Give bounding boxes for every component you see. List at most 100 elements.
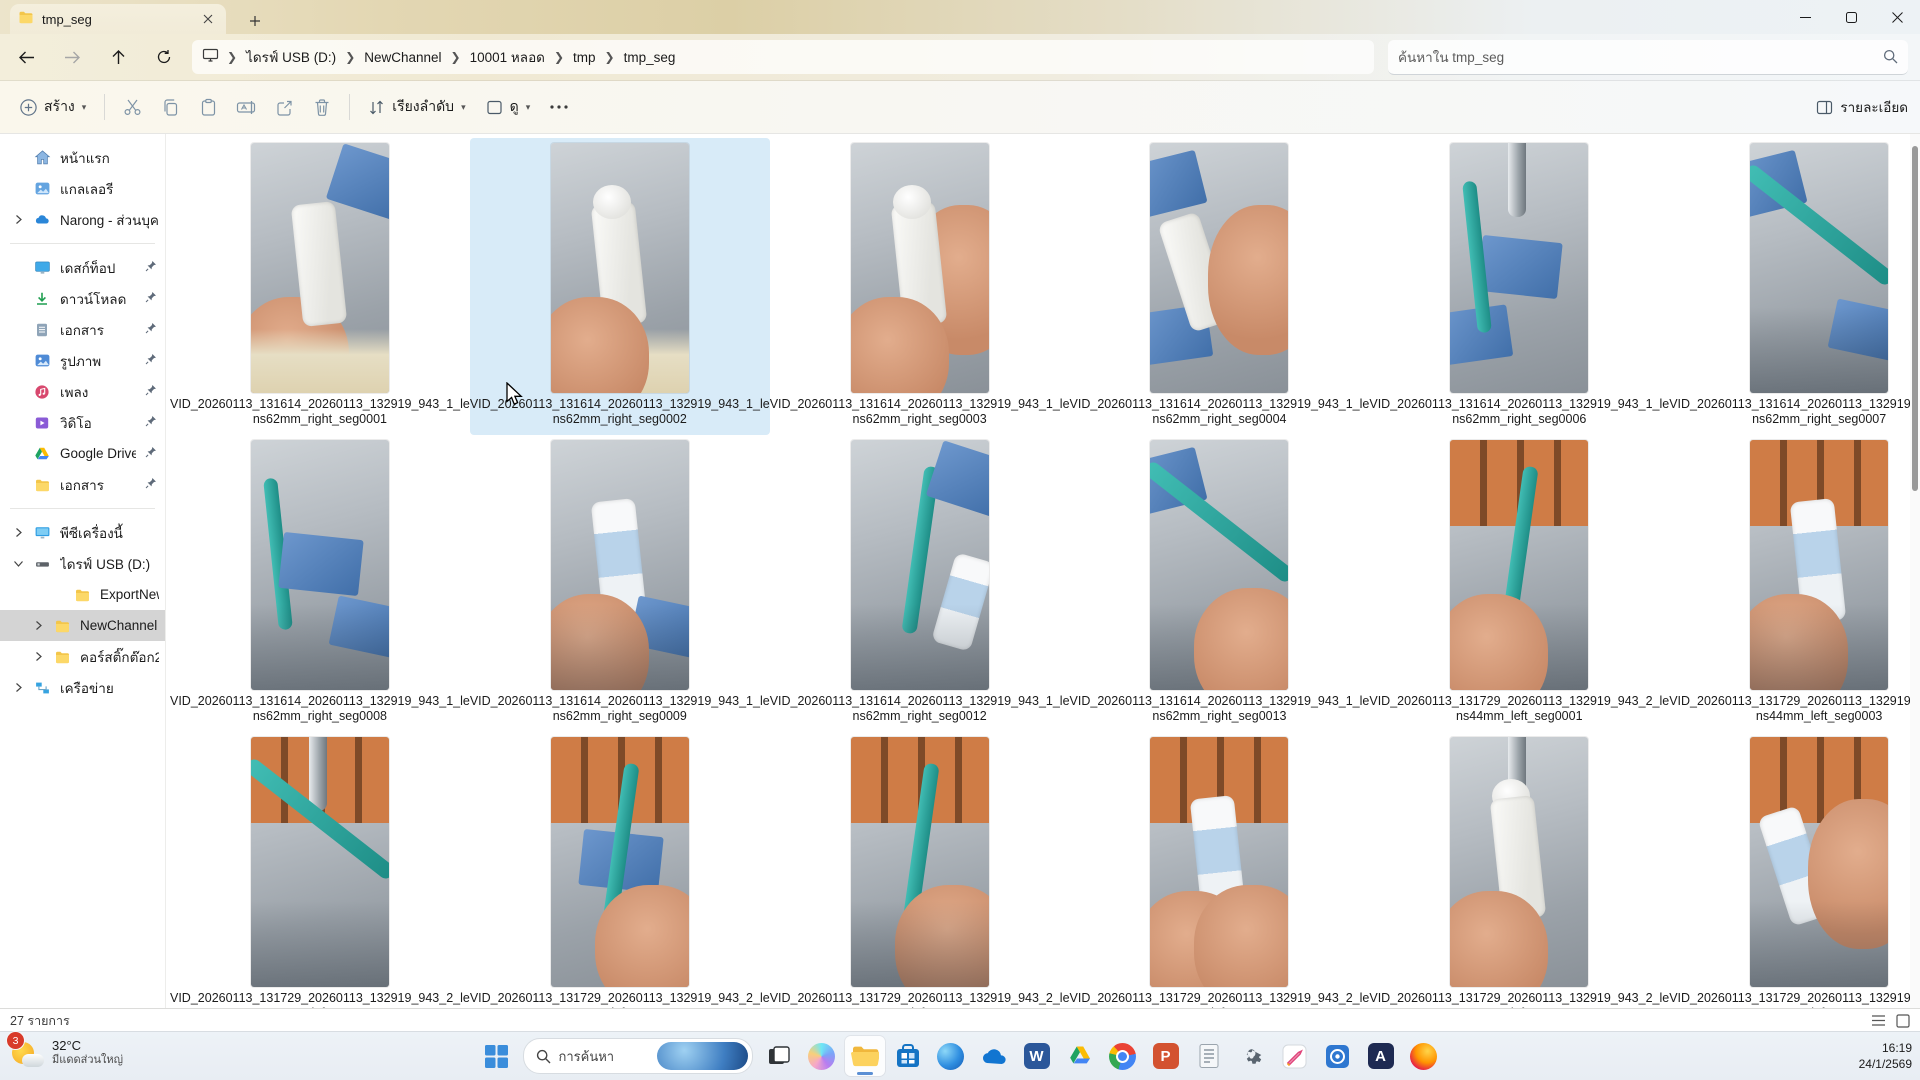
- taskbar-app-edge[interactable]: [931, 1036, 971, 1076]
- sidebar-item-Narong---ส่วนบุคคล[interactable]: Narong - ส่วนบุคคล: [0, 204, 165, 235]
- sidebar-item-เอกสาร[interactable]: เอกสาร: [0, 469, 165, 500]
- taskbar-app-powerpoint[interactable]: P: [1146, 1036, 1186, 1076]
- sidebar-item-รูปภาพ[interactable]: รูปภาพ: [0, 345, 165, 376]
- chevron-down-icon[interactable]: [12, 559, 24, 568]
- file-item[interactable]: VID_20260113_131729_20260113_132919_943_…: [1369, 732, 1669, 1008]
- chevron-right-icon[interactable]: [12, 527, 24, 538]
- chevron-right-icon[interactable]: [12, 682, 24, 693]
- taskbar-app-onedrive[interactable]: [974, 1036, 1014, 1076]
- sidebar-item-เครือข่าย[interactable]: เครือข่าย: [0, 672, 165, 703]
- list-view-icon[interactable]: [1871, 1014, 1886, 1027]
- sidebar-item-เพลง[interactable]: เพลง: [0, 376, 165, 407]
- video-thumbnail: [851, 440, 989, 690]
- breadcrumb-item[interactable]: tmp_seg: [617, 46, 683, 69]
- taskbar-app-pen-app[interactable]: [1275, 1036, 1315, 1076]
- file-item[interactable]: VID_20260113_131729_20260113_132919_943_…: [1070, 732, 1370, 1008]
- details-pane-toggle[interactable]: รายละเอียด: [1816, 96, 1908, 118]
- taskbar-app-word[interactable]: W: [1017, 1036, 1057, 1076]
- up-icon[interactable]: [98, 39, 138, 75]
- sidebar-item-Google-Drive-(G:)[interactable]: Google Drive (G:): [0, 438, 165, 469]
- explorer-tab[interactable]: tmp_seg: [10, 4, 226, 34]
- file-list-area: VID_20260113_131614_20260113_132919_943_…: [166, 134, 1920, 1008]
- breadcrumb[interactable]: ❯ไดรฟ์ USB (D:)❯NewChannel❯10001 หลอด❯tm…: [192, 40, 1374, 74]
- file-item[interactable]: VID_20260113_131614_20260113_132919_943_…: [470, 435, 770, 732]
- file-item[interactable]: VID_20260113_131614_20260113_132919_943_…: [170, 138, 470, 435]
- sidebar-item-ไดรฟ์-USB-(D:)[interactable]: ไดรฟ์ USB (D:): [0, 548, 165, 579]
- taskbar-app-copilot[interactable]: [802, 1036, 842, 1076]
- taskbar-app-start[interactable]: [477, 1036, 517, 1076]
- video-thumbnail: [551, 440, 689, 690]
- chevron-right-icon[interactable]: [32, 620, 44, 631]
- file-item[interactable]: VID_20260113_131614_20260113_132919_943_…: [1070, 435, 1370, 732]
- file-item[interactable]: VID_20260113_131729_20260113_132919_943_…: [470, 732, 770, 1008]
- file-item[interactable]: VID_20260113_131614_20260113_132919_943_…: [470, 138, 770, 435]
- share-icon[interactable]: [265, 89, 303, 125]
- back-icon[interactable]: [6, 39, 46, 75]
- sidebar-item-แกลเลอรี[interactable]: แกลเลอรี: [0, 173, 165, 204]
- sidebar-item-หน้าแรก[interactable]: หน้าแรก: [0, 142, 165, 173]
- file-item[interactable]: VID_20260113_131614_20260113_132919_943_…: [1070, 138, 1370, 435]
- vertical-scrollbar[interactable]: [1910, 134, 1920, 1008]
- sidebar-item-ดาวน์โหลด[interactable]: ดาวน์โหลด: [0, 283, 165, 314]
- cut-icon[interactable]: [113, 89, 151, 125]
- paste-icon[interactable]: [189, 89, 227, 125]
- taskbar-search-input[interactable]: การค้นหา: [523, 1038, 753, 1074]
- taskbar-clock[interactable]: 16:19 24/1/2569: [1859, 1040, 1912, 1072]
- tab-close-icon[interactable]: [198, 9, 218, 29]
- view-button[interactable]: ดู ▾: [476, 89, 541, 125]
- file-item[interactable]: VID_20260113_131729_20260113_132919_943_…: [1669, 732, 1920, 1008]
- large-thumbnail-view-icon[interactable]: [1896, 1014, 1910, 1028]
- sidebar-item-label: เดสก์ท็อป: [60, 257, 136, 279]
- breadcrumb-item[interactable]: 10001 หลอด: [463, 42, 552, 72]
- minimize-button[interactable]: [1782, 0, 1828, 34]
- pin-icon: [145, 446, 157, 461]
- file-item[interactable]: VID_20260113_131729_20260113_132919_943_…: [1369, 435, 1669, 732]
- breadcrumb-item[interactable]: NewChannel: [357, 46, 448, 69]
- refresh-icon[interactable]: [144, 39, 184, 75]
- delete-icon[interactable]: [303, 89, 341, 125]
- taskbar-app-notepad[interactable]: [1189, 1036, 1229, 1076]
- file-name: VID_20260113_131614_20260113_132919_943_…: [770, 397, 1070, 427]
- taskbar-app-gdrive[interactable]: [1060, 1036, 1100, 1076]
- breadcrumb-item[interactable]: tmp: [566, 46, 603, 69]
- sidebar-item-label: วิดิโอ: [60, 412, 136, 434]
- ellipsis-icon[interactable]: [540, 89, 578, 125]
- forward-icon[interactable]: [52, 39, 92, 75]
- file-item[interactable]: VID_20260113_131614_20260113_132919_943_…: [770, 435, 1070, 732]
- taskbar-app-photos[interactable]: [1318, 1036, 1358, 1076]
- file-item[interactable]: VID_20260113_131614_20260113_132919_943_…: [170, 435, 470, 732]
- sort-button[interactable]: เรียงลำดับ ▾: [358, 89, 475, 125]
- taskbar-app-acrobat-a[interactable]: A: [1361, 1036, 1401, 1076]
- new-button[interactable]: สร้าง ▾: [10, 89, 96, 125]
- toolbar-divider: [104, 94, 105, 120]
- scrollbar-thumb[interactable]: [1912, 146, 1918, 491]
- sidebar-item-คอร์สติ๊กต๊อก2026[interactable]: คอร์สติ๊กต๊อก2026: [0, 641, 165, 672]
- close-button[interactable]: [1874, 0, 1920, 34]
- copy-icon[interactable]: [151, 89, 189, 125]
- sidebar-item-เดสก์ท็อป[interactable]: เดสก์ท็อป: [0, 252, 165, 283]
- new-tab-button[interactable]: [240, 8, 270, 34]
- file-item[interactable]: VID_20260113_131729_20260113_132919_943_…: [170, 732, 470, 1008]
- taskbar-app-settings[interactable]: [1232, 1036, 1272, 1076]
- sidebar-item-ExportNewChanel[interactable]: ExportNewChanel: [0, 579, 165, 610]
- taskbar-app-firefox[interactable]: [1404, 1036, 1444, 1076]
- search-input[interactable]: ค้นหาใน tmp_seg: [1388, 40, 1908, 75]
- chevron-right-icon[interactable]: [32, 651, 44, 662]
- file-item[interactable]: VID_20260113_131729_20260113_132919_943_…: [770, 732, 1070, 1008]
- breadcrumb-item[interactable]: ไดรฟ์ USB (D:): [239, 42, 343, 72]
- rename-icon[interactable]: [227, 89, 265, 125]
- taskbar-app-task-view[interactable]: [759, 1036, 799, 1076]
- sidebar-item-วิดิโอ[interactable]: วิดิโอ: [0, 407, 165, 438]
- file-item[interactable]: VID_20260113_131729_20260113_132919_943_…: [1669, 435, 1920, 732]
- maximize-button[interactable]: [1828, 0, 1874, 34]
- sidebar-item-พีซีเครื่องนี้[interactable]: พีซีเครื่องนี้: [0, 517, 165, 548]
- file-item[interactable]: VID_20260113_131614_20260113_132919_943_…: [1369, 138, 1669, 435]
- sidebar-item-เอกสาร[interactable]: เอกสาร: [0, 314, 165, 345]
- taskbar-app-store[interactable]: [888, 1036, 928, 1076]
- file-item[interactable]: VID_20260113_131614_20260113_132919_943_…: [770, 138, 1070, 435]
- file-item[interactable]: VID_20260113_131614_20260113_132919_943_…: [1669, 138, 1920, 435]
- chevron-right-icon[interactable]: [12, 214, 24, 225]
- taskbar-app-file-explorer[interactable]: [845, 1036, 885, 1076]
- sidebar-item-NewChannel[interactable]: NewChannel: [0, 610, 165, 641]
- taskbar-app-chrome[interactable]: [1103, 1036, 1143, 1076]
